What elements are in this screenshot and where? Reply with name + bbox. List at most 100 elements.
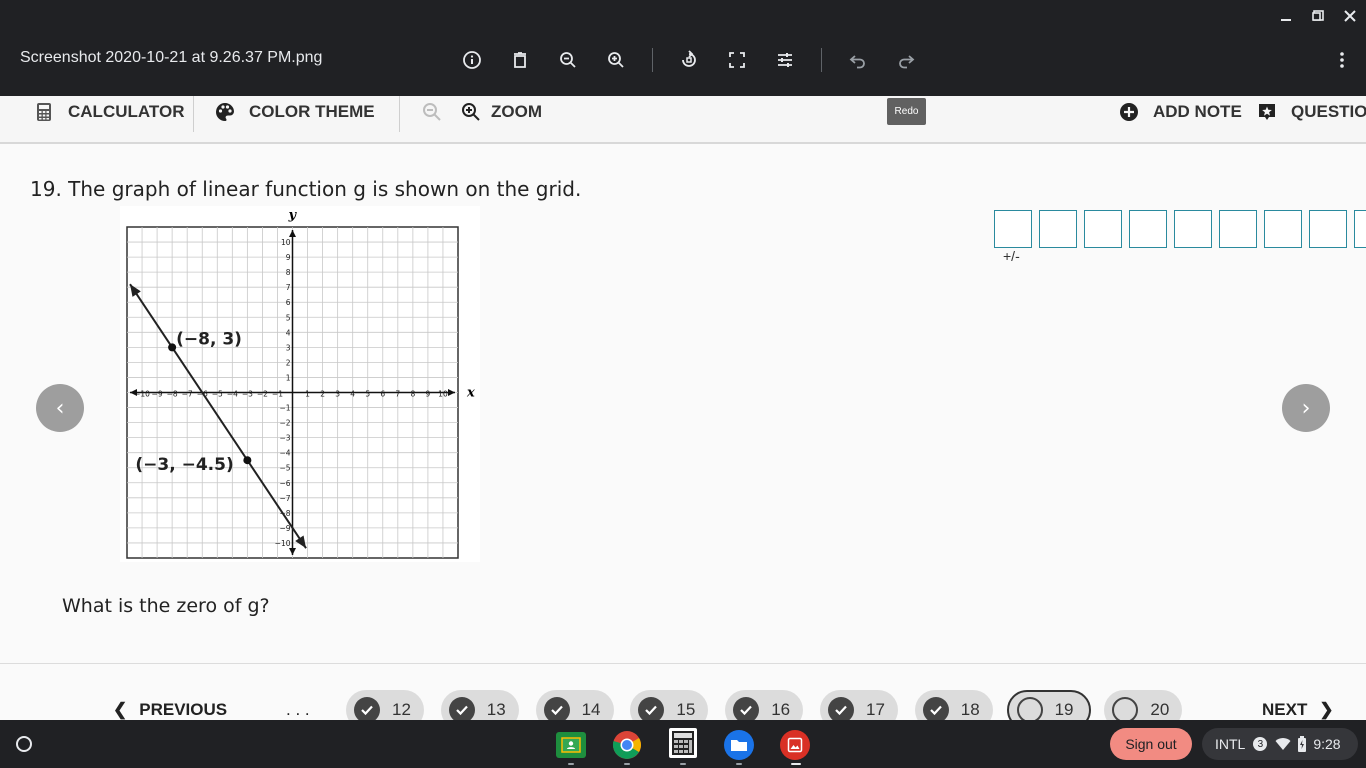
- point-label: (−8, 3): [176, 329, 242, 349]
- answer-digit-box[interactable]: [1039, 210, 1077, 248]
- question-pill-20[interactable]: 20: [1104, 690, 1183, 720]
- graph-point: [243, 456, 252, 465]
- y-tick-label: −2: [279, 419, 290, 428]
- check-icon: [448, 697, 475, 720]
- question-pill-19[interactable]: 19: [1006, 690, 1091, 720]
- calculator-button[interactable]: CALCULATOR: [34, 96, 184, 128]
- sign-toggle-label: +/-: [1003, 248, 1020, 264]
- clock: 9:28: [1313, 736, 1341, 752]
- question-pill-15[interactable]: 15: [630, 690, 709, 720]
- question-number: 15: [676, 700, 696, 719]
- zoom-in-icon[interactable]: [600, 44, 632, 76]
- palette-icon: [216, 103, 234, 121]
- x-tick-label: −10: [134, 390, 150, 399]
- battery-icon: [1298, 736, 1307, 752]
- chevron-left-icon: ‹: [55, 395, 65, 421]
- graph-svg: xy−10−9−8−7−6−5−4−3−2−112345678910109876…: [126, 208, 475, 559]
- close-icon[interactable]: [1340, 6, 1360, 26]
- check-icon: [638, 697, 665, 720]
- question-number: 12: [392, 700, 411, 719]
- question-number: 16: [771, 700, 791, 719]
- question-pill-13[interactable]: 13: [440, 690, 519, 720]
- test-toolbar: CALCULATOR COLOR THEME ZOOM ADD NOTE QUE…: [0, 96, 1366, 144]
- answer-digit-box[interactable]: [1084, 210, 1122, 248]
- y-tick-label: −6: [279, 479, 290, 488]
- status-tray[interactable]: INTL 3 9:28: [1202, 728, 1358, 760]
- wifi-icon: [1275, 738, 1291, 750]
- previous-page-button[interactable]: ‹: [36, 384, 84, 432]
- files-app-icon[interactable]: [724, 730, 754, 760]
- y-tick-label: −7: [279, 494, 290, 503]
- question-button[interactable]: QUESTION: [1257, 96, 1366, 128]
- answer-digit-box[interactable]: [1354, 210, 1366, 248]
- question-pill-12[interactable]: 12: [346, 690, 424, 720]
- redo-tooltip: Redo: [887, 98, 926, 125]
- app-running-indicator: [680, 763, 686, 765]
- question-label: QUESTION: [1291, 102, 1366, 121]
- y-tick-label: 7: [286, 283, 291, 292]
- zoom-in-button[interactable]: ZOOM: [461, 96, 542, 128]
- color-theme-button[interactable]: COLOR THEME: [215, 96, 375, 128]
- zoom-in-icon: [462, 103, 480, 121]
- answer-digit-box[interactable]: [994, 210, 1032, 248]
- undo-icon[interactable]: [842, 44, 874, 76]
- classroom-app-icon[interactable]: [556, 732, 586, 758]
- redo-icon[interactable]: [890, 44, 922, 76]
- image-viewer-header: Screenshot 2020-10-21 at 9.26.37 PM.png: [0, 0, 1366, 96]
- rotate-icon[interactable]: [673, 44, 705, 76]
- add-note-button[interactable]: ADD NOTE: [1119, 96, 1242, 128]
- y-tick-label: −10: [275, 539, 291, 548]
- y-tick-label: 4: [286, 328, 291, 337]
- next-page-button[interactable]: ›: [1282, 384, 1330, 432]
- toolbar-divider: [652, 48, 653, 72]
- adjust-icon[interactable]: [769, 44, 801, 76]
- calculator-app-icon[interactable]: [669, 728, 697, 758]
- question-number: 13: [486, 700, 506, 719]
- y-tick-label: 5: [286, 313, 291, 322]
- y-tick-label: 6: [286, 298, 291, 307]
- question-pill-14[interactable]: 14: [535, 690, 614, 720]
- question-number: 14: [581, 700, 601, 719]
- chevron-right-icon: ❯: [1319, 700, 1334, 719]
- question-pill-18[interactable]: 18: [914, 690, 993, 720]
- y-tick-label: −1: [279, 404, 290, 413]
- question-pill-16[interactable]: 16: [725, 690, 804, 720]
- more-questions-ellipsis[interactable]: . . .: [286, 700, 310, 720]
- delete-icon[interactable]: [504, 44, 536, 76]
- bookmark-star-icon: [1259, 104, 1275, 120]
- minimize-icon[interactable]: [1276, 6, 1296, 26]
- notification-count: 3: [1253, 737, 1268, 751]
- gallery-app-icon[interactable]: [780, 730, 810, 760]
- answer-digit-box[interactable]: [1264, 210, 1302, 248]
- system-shelf: Sign out INTL 3 9:28: [0, 720, 1366, 768]
- crop-icon[interactable]: [721, 44, 753, 76]
- answer-digit-box[interactable]: [1174, 210, 1212, 248]
- add-circle-icon: [1120, 103, 1138, 121]
- answer-digit-box[interactable]: [1129, 210, 1167, 248]
- question-pill-17[interactable]: 17: [820, 690, 898, 720]
- answer-digit-box[interactable]: [1219, 210, 1257, 248]
- answer-digit-box[interactable]: [1309, 210, 1347, 248]
- more-options-icon[interactable]: [1326, 44, 1358, 76]
- y-tick-label: −5: [279, 464, 290, 473]
- zoom-out-icon[interactable]: [552, 44, 584, 76]
- x-tick-label: 7: [395, 390, 400, 399]
- launcher-button[interactable]: [10, 730, 38, 758]
- previous-button[interactable]: ❮ PREVIOUS: [113, 700, 227, 720]
- zoom-out-button[interactable]: [422, 96, 456, 128]
- chrome-app-icon[interactable]: [612, 730, 642, 760]
- app-running-indicator: [736, 763, 742, 765]
- y-tick-label: 10: [281, 238, 291, 247]
- question-number: 20: [1150, 700, 1170, 719]
- question-stem: 19. The graph of linear function g is sh…: [30, 177, 582, 201]
- x-axis-label: x: [466, 386, 475, 401]
- info-icon[interactable]: [456, 44, 488, 76]
- coordinate-grid: xy−10−9−8−7−6−5−4−3−2−112345678910109876…: [120, 206, 480, 562]
- x-tick-label: 6: [380, 390, 385, 399]
- next-button[interactable]: NEXT ❯: [1262, 700, 1334, 720]
- sign-out-button[interactable]: Sign out: [1110, 728, 1192, 760]
- launcher-icon: [16, 736, 32, 752]
- maximize-icon[interactable]: [1308, 6, 1328, 26]
- x-tick-label: −1: [272, 390, 283, 399]
- zoom-label: ZOOM: [491, 102, 542, 121]
